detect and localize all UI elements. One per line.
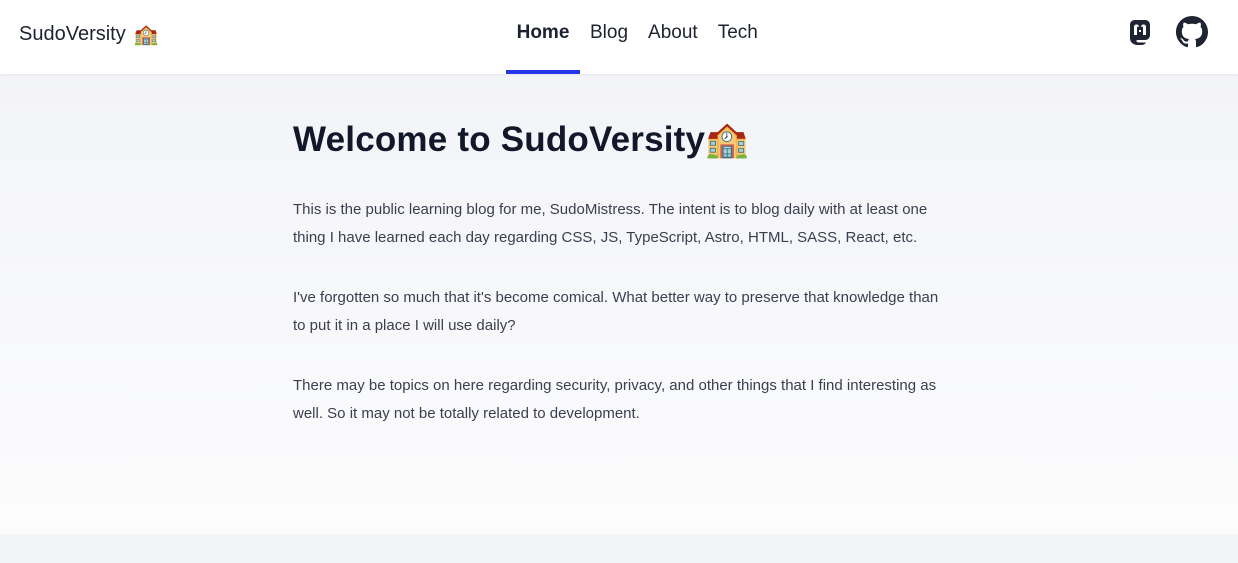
nav-about[interactable]: About [638,0,708,66]
brand-name: SudoVersity [19,23,126,45]
intro-paragraph: This is the public learning blog for me,… [293,201,928,246]
footer [0,534,1238,563]
nav-tech[interactable]: Tech [708,0,768,66]
article: Welcome to SudoVersity🏫 This is the publ… [293,118,943,428]
school-icon: 🏫 [133,24,159,46]
school-icon: 🏫 [705,120,749,159]
mastodon-icon [1130,20,1150,45]
main-content: Welcome to SudoVersity🏫 This is the publ… [0,74,1238,534]
social-links [1124,16,1208,48]
nav-home[interactable]: Home [506,0,580,74]
mastodon-link[interactable] [1124,16,1156,48]
github-icon [1176,16,1208,48]
main-nav: Home Blog About Tech [506,0,768,74]
second-paragraph: I've forgotten so much that it's become … [293,289,939,334]
third-paragraph: There may be topics on here regarding se… [293,377,937,422]
github-link[interactable] [1176,16,1208,48]
page-title: Welcome to SudoVersity🏫 [293,118,943,162]
site-header: SudoVersity 🏫 Home Blog About Tech [0,0,1238,74]
brand-link[interactable]: SudoVersity 🏫 [19,22,159,47]
nav-blog[interactable]: Blog [580,0,638,66]
page-title-text: Welcome to SudoVersity [293,120,706,159]
